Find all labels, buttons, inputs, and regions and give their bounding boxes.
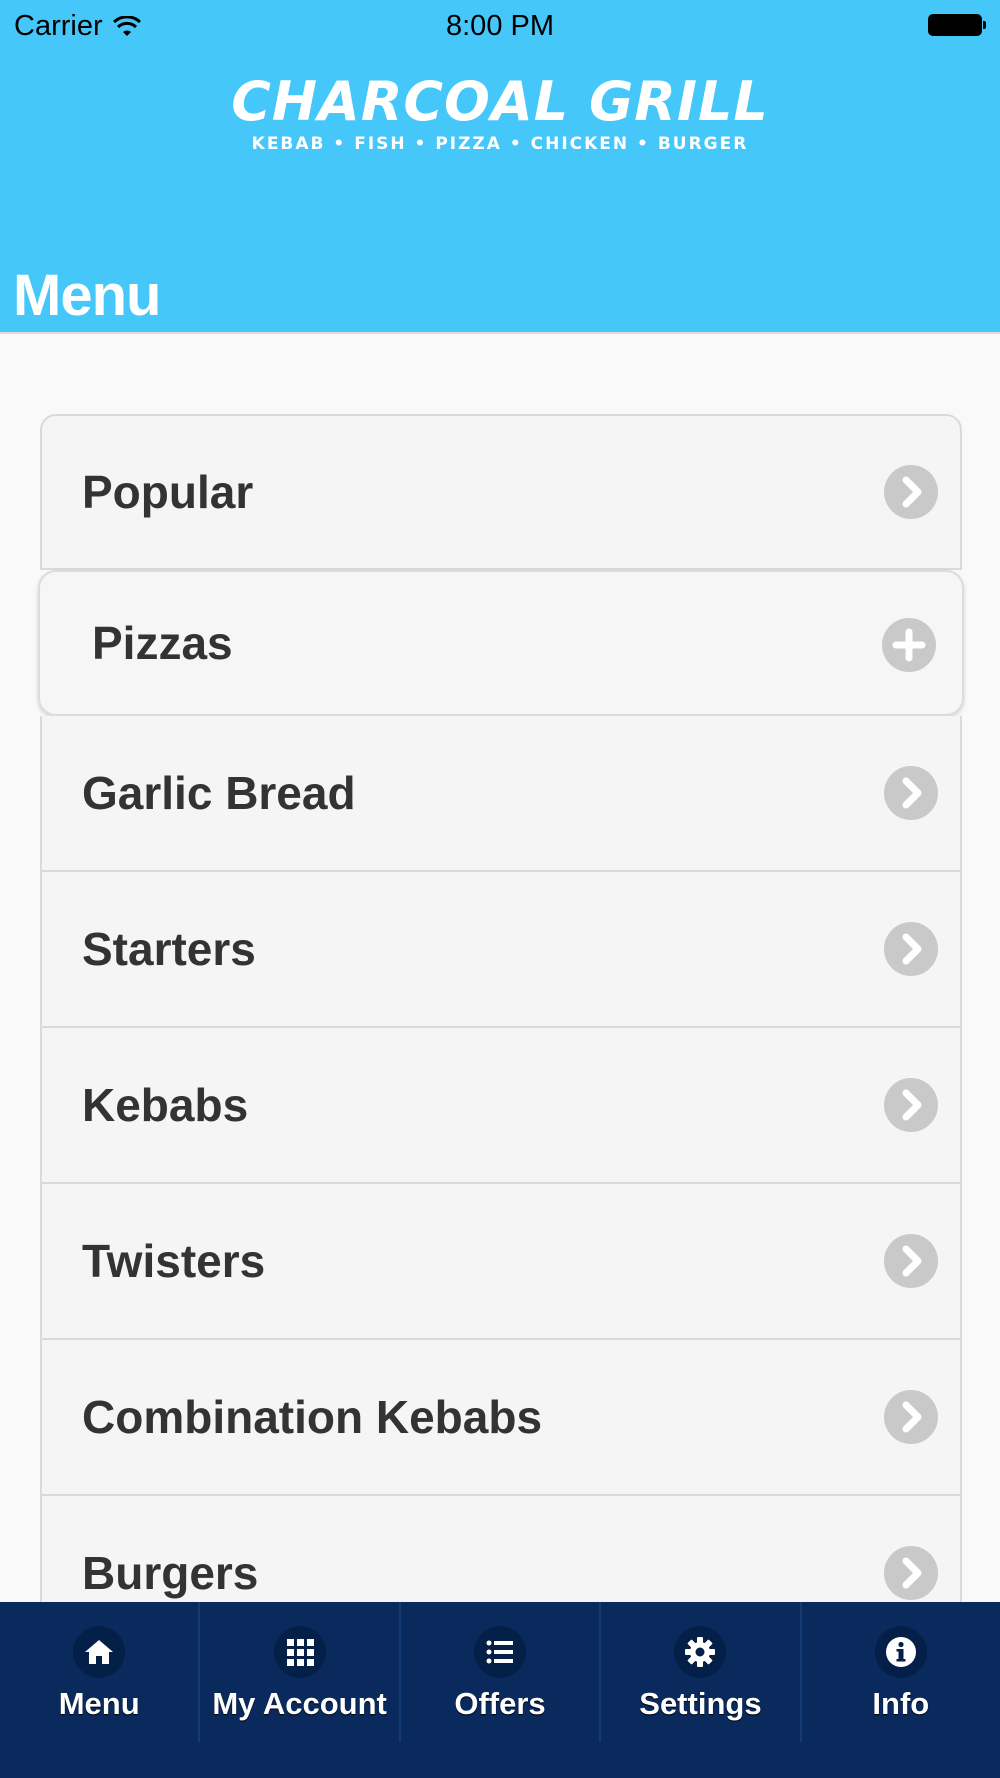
home-icon [73, 1626, 126, 1678]
tab-label: Offers [454, 1686, 546, 1721]
menu-item-pizzas[interactable]: Pizzas [38, 570, 964, 716]
app-header: Carrier 8:00 PM CHARCOAL GRILL KEBAB • F… [0, 0, 1000, 334]
grid-icon [273, 1626, 326, 1678]
chevron-right-icon [884, 1390, 938, 1444]
tab-label: Info [872, 1686, 930, 1721]
menu-item-label: Popular [82, 466, 254, 518]
tab-my-account[interactable]: My Account [200, 1602, 401, 1742]
status-bar: Carrier 8:00 PM [0, 0, 1000, 50]
plus-icon [882, 618, 936, 672]
menu-category-list: Popular Pizzas Garlic Bread Starters Keb… [38, 414, 964, 1652]
menu-item-garlic-bread[interactable]: Garlic Bread [40, 716, 962, 872]
list-icon [474, 1626, 527, 1678]
tab-label: My Account [212, 1686, 387, 1721]
tab-label: Menu [58, 1686, 140, 1721]
tab-label: Settings [639, 1686, 762, 1721]
brand-logo: CHARCOAL GRILL KEBAB • FISH • PIZZA • CH… [0, 68, 1000, 154]
logo-subtitle: KEBAB • FISH • PIZZA • CHICKEN • BURGER [251, 134, 749, 154]
page-title: Menu [13, 263, 161, 328]
info-icon [874, 1626, 927, 1678]
menu-item-label: Twisters [82, 1235, 266, 1287]
chevron-right-icon [884, 1078, 938, 1132]
menu-item-popular[interactable]: Popular [40, 414, 962, 570]
menu-item-label: Starters [82, 923, 256, 975]
tab-settings[interactable]: Settings [601, 1602, 802, 1742]
menu-item-combination-kebabs[interactable]: Combination Kebabs [40, 1340, 962, 1496]
menu-item-label: Garlic Bread [82, 767, 356, 819]
menu-item-label: Combination Kebabs [82, 1391, 543, 1443]
menu-item-label: Pizzas [92, 617, 233, 669]
chevron-right-icon [884, 465, 938, 519]
tab-menu[interactable]: Menu [0, 1602, 201, 1742]
tab-info[interactable]: Info [802, 1602, 1000, 1742]
chevron-right-icon [884, 1546, 938, 1600]
battery-icon [928, 14, 986, 36]
chevron-right-icon [884, 922, 938, 976]
menu-item-twisters[interactable]: Twisters [40, 1184, 962, 1340]
bottom-tab-bar: Menu My Account Offers Settings Info [0, 1602, 1000, 1778]
logo-title: CHARCOAL GRILL [231, 70, 769, 133]
chevron-right-icon [884, 1234, 938, 1288]
menu-item-starters[interactable]: Starters [40, 872, 962, 1028]
status-time: 8:00 PM [446, 10, 554, 42]
chevron-right-icon [884, 766, 938, 820]
gear-icon [674, 1626, 727, 1678]
tab-offers[interactable]: Offers [401, 1602, 602, 1742]
menu-item-kebabs[interactable]: Kebabs [40, 1028, 962, 1184]
menu-item-label: Kebabs [82, 1079, 249, 1131]
